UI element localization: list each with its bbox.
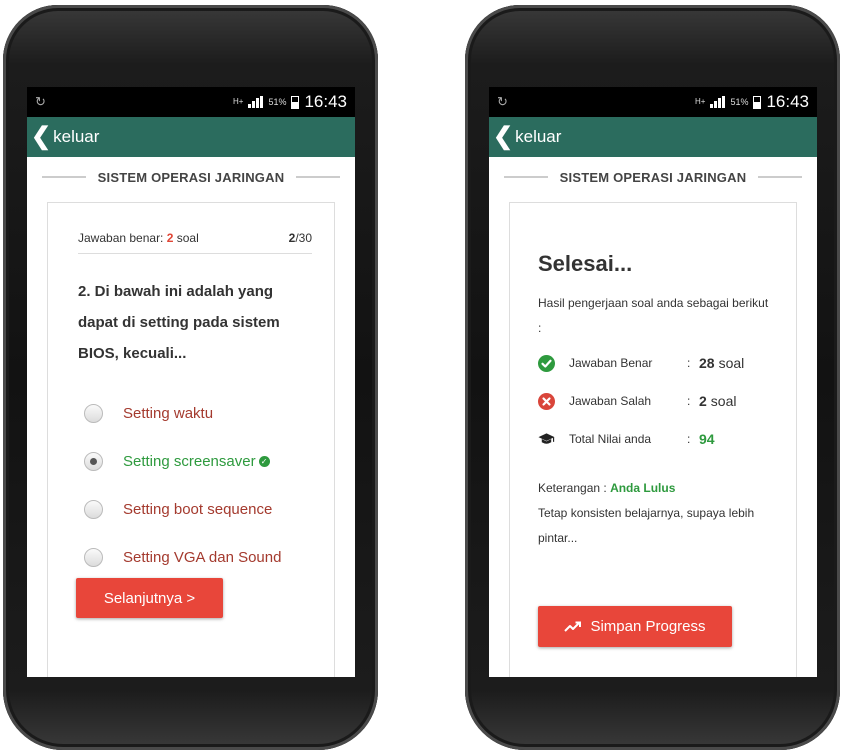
- status-time: 16:43: [766, 92, 809, 111]
- section-title: SISTEM OPERASI JARINGAN: [27, 157, 355, 197]
- stat-wrong: Jawaban Salah : 2 soal: [538, 382, 796, 420]
- app-bar: ❮ keluar: [489, 117, 817, 157]
- trending-up-icon: [564, 621, 582, 632]
- section-title: SISTEM OPERASI JARINGAN: [489, 157, 817, 197]
- status-bar: ↻ H+ 51% 16:43: [27, 87, 355, 117]
- stat-value: 94: [699, 431, 715, 447]
- stat-colon: :: [687, 432, 691, 446]
- option-label[interactable]: Setting screensaver: [123, 453, 256, 470]
- signal-icon: [248, 96, 264, 108]
- keterangan-line: Keterangan : Anda Lulus: [538, 476, 772, 501]
- option-label[interactable]: Setting waktu: [123, 405, 213, 422]
- status-bar: ↻ H+ 51% 16:43: [489, 87, 817, 117]
- question-card: Jawaban benar: 2 soal 2/30 2. Di bawah i…: [47, 202, 335, 677]
- divider-line: [503, 176, 548, 178]
- stat-unit: soal: [710, 393, 737, 409]
- radio-button[interactable]: [84, 547, 103, 567]
- stat-colon: :: [687, 394, 691, 408]
- keterangan-value: Anda Lulus: [610, 481, 676, 495]
- option-setting-screensaver[interactable]: Setting screensaver ✓: [84, 437, 334, 485]
- stat-label: Jawaban Benar: [569, 356, 653, 370]
- back-button-label[interactable]: keluar: [515, 127, 561, 147]
- result-description: Hasil pengerjaan soal anda sebagai berik…: [538, 296, 769, 335]
- stat-total-score: Total Nilai anda : 94: [538, 420, 796, 458]
- section-title-text: SISTEM OPERASI JARINGAN: [97, 169, 285, 185]
- status-time: 16:43: [304, 92, 347, 111]
- signal-icon: [710, 96, 726, 108]
- next-button[interactable]: Selanjutnya >: [76, 578, 223, 618]
- check-circle-icon: [538, 354, 555, 372]
- times-circle-icon: [538, 392, 555, 410]
- radio-button[interactable]: [84, 499, 103, 519]
- option-setting-boot-sequence[interactable]: Setting boot sequence: [84, 485, 334, 533]
- battery-icon: [753, 95, 762, 109]
- stat-correct: Jawaban Benar : 28 soal: [538, 344, 796, 382]
- option-setting-vga-dan-sound[interactable]: Setting VGA dan Sound: [84, 533, 334, 581]
- option-label[interactable]: Setting VGA dan Sound: [123, 549, 281, 566]
- phone-frame-left: ↻ H+ 51% 16:43 ❮ keluar SISTEM OPERASI J…: [3, 5, 378, 750]
- stat-unit: soal: [718, 355, 745, 371]
- save-progress-button[interactable]: Simpan Progress: [538, 606, 732, 647]
- stat-colon: :: [687, 356, 691, 370]
- correct-answers-info: Jawaban benar: 2 soal: [78, 231, 199, 245]
- keterangan-label: Keterangan :: [538, 481, 611, 495]
- option-setting-waktu[interactable]: Setting waktu: [84, 389, 334, 437]
- result-note: Keterangan : Anda Lulus Tetap konsisten …: [538, 476, 772, 551]
- back-button-label[interactable]: keluar: [53, 127, 99, 147]
- motivation-message: Tetap konsisten belajarnya, supaya lebih…: [538, 506, 755, 545]
- result-title: Selesai...: [538, 251, 633, 276]
- sync-icon: ↻: [497, 94, 508, 109]
- chevron-left-icon[interactable]: ❮: [493, 125, 513, 149]
- radio-button-selected[interactable]: [84, 451, 103, 471]
- total-questions: /30: [295, 231, 312, 245]
- section-title-text: SISTEM OPERASI JARINGAN: [559, 169, 747, 185]
- option-label[interactable]: Setting boot sequence: [123, 501, 272, 518]
- result-stats: Jawaban Benar : 28 soal Jawaban Salah : …: [538, 344, 796, 458]
- radio-button[interactable]: [84, 403, 103, 423]
- battery-percent: 51%: [730, 97, 749, 107]
- sync-icon: ↻: [35, 94, 46, 109]
- stat-value: 28: [699, 355, 715, 371]
- stat-label: Total Nilai anda: [569, 432, 652, 446]
- divider-line: [758, 176, 803, 178]
- result-screen: ↻ H+ 51% 16:43 ❮ keluar SISTEM OPERASI J…: [489, 87, 817, 677]
- phone-frame-right: ↻ H+ 51% 16:43 ❮ keluar SISTEM OPERASI J…: [465, 5, 840, 750]
- battery-percent: 51%: [268, 97, 287, 107]
- question-text: 2. Di bawah ini adalah yang dapat di set…: [78, 283, 280, 362]
- stat-value: 2: [699, 393, 707, 409]
- answer-options: Setting waktu Setting screensaver ✓ Sett…: [84, 389, 334, 581]
- battery-icon: [291, 95, 300, 109]
- app-bar: ❮ keluar: [27, 117, 355, 157]
- graduation-cap-icon: [538, 431, 555, 448]
- save-progress-label[interactable]: Simpan Progress: [590, 618, 705, 635]
- correct-prefix: Jawaban benar:: [78, 231, 167, 245]
- network-type: H+: [694, 97, 706, 106]
- score-header: Jawaban benar: 2 soal 2/30: [78, 231, 312, 254]
- chevron-left-icon[interactable]: ❮: [31, 125, 51, 149]
- divider-line: [41, 176, 86, 178]
- result-card: Selesai... Hasil pengerjaan soal anda se…: [509, 202, 797, 677]
- question-progress: 2/30: [289, 231, 312, 245]
- network-type: H+: [232, 97, 244, 106]
- check-circle-icon: ✓: [258, 455, 270, 467]
- stat-label: Jawaban Salah: [569, 394, 652, 408]
- quiz-screen: ↻ H+ 51% 16:43 ❮ keluar SISTEM OPERASI J…: [27, 87, 355, 677]
- correct-suffix: soal: [173, 231, 199, 245]
- divider-line: [296, 176, 341, 178]
